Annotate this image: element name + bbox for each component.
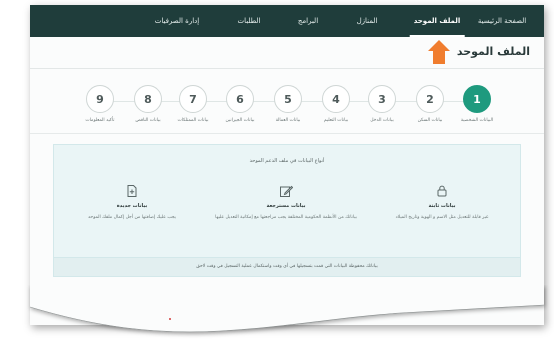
required-marker (169, 318, 171, 320)
nav-programs[interactable]: البرامج (298, 5, 318, 37)
up-arrow-stem (433, 50, 445, 64)
edit-icon (279, 183, 294, 197)
divider (30, 68, 544, 69)
active-tab-indicator (409, 35, 465, 37)
page-sheet: الصفحة الرئيسية الملف الموحد المنازل الب… (30, 5, 544, 325)
data-types-info-box: أنواع البيانات في ملف الدعم الموحد بيانا… (53, 144, 521, 277)
add-document-icon (125, 183, 139, 197)
step-number: 8 (134, 85, 162, 113)
info-box-title: أنواع البيانات في ملف الدعم الموحد (249, 158, 325, 164)
info-box-note: بياناتك محفوظة البيانات التي قمت بتسجيله… (54, 257, 520, 276)
lock-icon (435, 183, 449, 197)
step-number: 3 (368, 85, 396, 113)
nav-requests[interactable]: الطلبات (238, 5, 261, 37)
nav-home[interactable]: الصفحة الرئيسية (478, 5, 526, 37)
info-column-new: بيانات جديدة يجب عليك إضافتها من أجل إكم… (57, 183, 207, 222)
step-number: 5 (274, 85, 302, 113)
nav-houses[interactable]: المنازل (357, 5, 378, 37)
info-column-description: بياناتك من الأنظمة الحكومية المختلفة يجب… (215, 215, 357, 220)
info-column-title: بيانات مسترجعة (266, 203, 306, 209)
info-column-title: بيانات ثابتة (428, 203, 456, 209)
info-column-fixed: بيانات ثابتة غير قابلة للتعديل مثل الاسم… (367, 183, 517, 222)
divider (30, 133, 544, 134)
info-column-description: غير قابلة للتعديل مثل الاسم و الهوية وتا… (395, 215, 489, 220)
top-navbar: الصفحة الرئيسية الملف الموحد المنازل الب… (30, 5, 544, 37)
step-number: 9 (86, 85, 114, 113)
page-title: الملف الموحد (456, 45, 530, 58)
nav-unified-file[interactable]: الملف الموحد (409, 5, 465, 37)
info-column-title: بيانات جديدة (116, 203, 148, 209)
step-number: 6 (226, 85, 254, 113)
step-label: تأكيد المعلومات (85, 118, 115, 123)
nav-disbursements[interactable]: إدارة الصرفيات (155, 5, 199, 37)
torn-paper-edge (29, 285, 545, 333)
step-number: 2 (416, 85, 444, 113)
step-number: 1 (463, 85, 491, 113)
info-column-retrieved: بيانات مسترجعة بياناتك من الأنظمة الحكوم… (211, 183, 361, 222)
info-column-description: يجب عليك إضافتها من أجل إكمال ملفك الموح… (88, 215, 176, 220)
step-number: 4 (322, 85, 350, 113)
step-number: 7 (179, 85, 207, 113)
step-9[interactable]: 9 تأكيد المعلومات (70, 85, 130, 123)
nav-unified-file-label: الملف الموحد (413, 17, 461, 25)
